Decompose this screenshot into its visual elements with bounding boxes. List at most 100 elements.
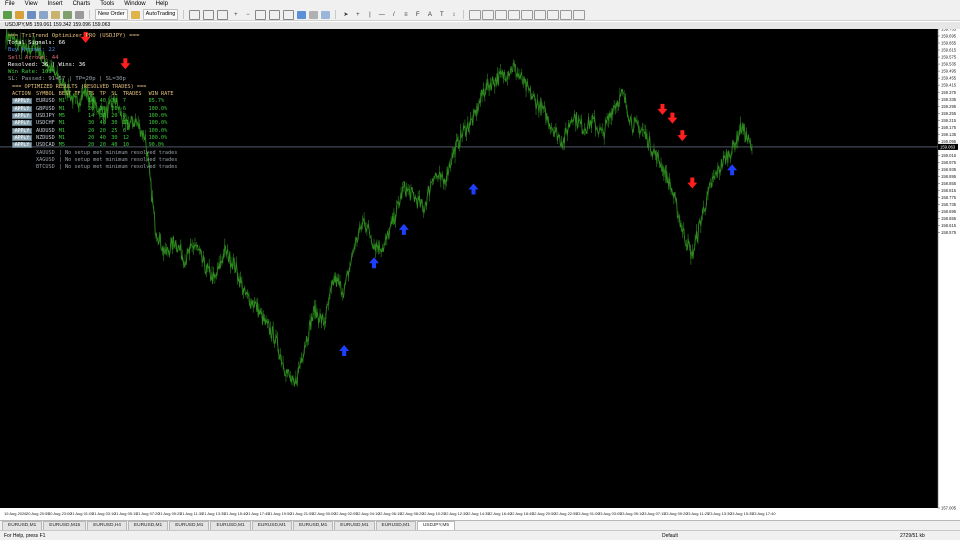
trendline-icon[interactable]: /: [389, 11, 398, 19]
templates-icon[interactable]: [321, 10, 331, 19]
period-button[interactable]: [469, 9, 482, 20]
chart-tab[interactable]: EURUSD,M1: [375, 521, 416, 530]
price-tick-label: 158.975: [941, 160, 957, 165]
profiles-icon[interactable]: [15, 10, 24, 19]
chart-tab[interactable]: EURUSD,M1: [251, 521, 292, 530]
candlestick-icon[interactable]: [203, 9, 215, 20]
optimized-results-panel: === OPTIMIZED RESULTS (RESOLVED TRADES) …: [12, 84, 181, 171]
chart-tab[interactable]: EURUSD,M1: [127, 521, 169, 530]
results-action-cell: APPLY: [12, 134, 36, 142]
periods-icon[interactable]: [309, 10, 319, 19]
results-cell: 6: [122, 105, 126, 112]
no-setup-symbol: XAUUSD: [36, 149, 55, 156]
metaeditor-icon[interactable]: [130, 10, 140, 19]
zoom-out-icon[interactable]: −: [243, 11, 252, 19]
price-tick-label: 159.695: [941, 34, 957, 39]
new-chart-icon[interactable]: [3, 10, 12, 19]
apply-button[interactable]: APPLY: [12, 134, 32, 141]
results-row: APPLY USDCAD M5 20 20 40 10 90.0%: [12, 142, 181, 149]
strategy-tester-icon[interactable]: [75, 10, 84, 19]
results-cell: 20: [88, 142, 95, 149]
menu-item-help[interactable]: Help: [151, 0, 173, 9]
apply-button[interactable]: APPLY: [12, 98, 32, 105]
no-setup-message: | No setup met minimum resolved trades: [58, 164, 178, 171]
chart-tab[interactable]: EURUSD,M1: [169, 521, 210, 530]
cursor-icon[interactable]: ➤: [341, 11, 350, 19]
time-tick-label: 23 Aug 07:15: [642, 511, 666, 516]
apply-button[interactable]: APPLY: [12, 113, 32, 120]
chart-tab[interactable]: EURUSD,M1: [2, 521, 43, 530]
price-axis: [938, 29, 960, 520]
text-icon[interactable]: A: [425, 11, 434, 19]
chart-tab[interactable]: EURUSD,M1: [210, 521, 251, 530]
time-tick-label: 22 Aug 04:10: [356, 511, 380, 516]
results-header-cell: SYMBOL: [36, 91, 55, 98]
market-watch-icon[interactable]: [27, 10, 36, 19]
navigator-icon[interactable]: [51, 10, 60, 19]
chart-tab[interactable]: EURUSD,M1: [334, 521, 375, 530]
time-tick-label: 21 Aug 09:25: [158, 511, 182, 516]
time-tick-label: 21 Aug 17:45: [246, 511, 270, 516]
new-order-button[interactable]: New Order: [95, 9, 128, 20]
results-action-cell: APPLY: [12, 98, 36, 105]
time-tick-label: 22 Aug 16:40: [488, 511, 512, 516]
tile-windows-icon[interactable]: [255, 9, 267, 20]
results-cell: 85.7%: [148, 98, 165, 105]
chart-shift-icon[interactable]: [283, 9, 295, 20]
results-cell: M5: [58, 113, 65, 120]
period-button[interactable]: [534, 9, 547, 20]
results-header-row: ACTION SYMBOL BEST TF TS TP SL TRADES WIN RATE: [12, 91, 181, 98]
chart-tab[interactable]: EURUSD,H4: [87, 521, 127, 530]
chart-tab[interactable]: EURUSD,M15: [43, 521, 87, 530]
results-row: APPLY NZDUSD M1 20 40 30 12 100.0%: [12, 134, 181, 142]
time-tick-label: 22 Aug 10:25: [422, 511, 446, 516]
channel-icon[interactable]: ≡: [401, 11, 410, 19]
optimizer-summary-panel: === TriTrend Optimizer PRO (USDJPY) === T…: [8, 33, 139, 83]
period-button[interactable]: [508, 9, 521, 20]
terminal-icon[interactable]: [63, 10, 72, 19]
results-cell: 20: [88, 127, 95, 134]
line-chart-icon[interactable]: [217, 9, 229, 20]
horizontal-line-icon[interactable]: —: [377, 11, 386, 19]
menu-item-charts[interactable]: Charts: [68, 0, 96, 9]
period-button[interactable]: [547, 9, 560, 20]
vertical-line-icon[interactable]: |: [365, 11, 374, 19]
fibonacci-icon[interactable]: F: [413, 11, 422, 19]
results-cell: 100.0%: [148, 134, 168, 141]
no-setup-message: | No setup met minimum resolved trades: [58, 149, 178, 156]
bar-chart-icon[interactable]: [189, 9, 201, 20]
menu-item-view[interactable]: View: [20, 0, 43, 9]
apply-button[interactable]: APPLY: [12, 120, 32, 127]
period-button[interactable]: [521, 9, 534, 20]
zoom-in-icon[interactable]: +: [231, 11, 240, 19]
time-tick-label: 23 Aug 17:40: [752, 511, 776, 516]
results-header-cell: SL: [111, 91, 118, 98]
menu-item-insert[interactable]: Insert: [43, 0, 68, 9]
period-button[interactable]: [560, 9, 573, 20]
results-action-cell: APPLY: [12, 113, 36, 120]
menu-item-tools[interactable]: Tools: [95, 0, 119, 9]
results-row: APPLY GBPUSD M1 20 20 20 6 100.0%: [12, 105, 181, 113]
period-button[interactable]: [482, 9, 495, 20]
auto-scroll-icon[interactable]: [269, 9, 281, 20]
data-window-icon[interactable]: [39, 10, 48, 19]
chart-tab[interactable]: USDJPY,M5: [416, 521, 456, 530]
menu-item-file[interactable]: File: [0, 0, 20, 9]
chart-tab[interactable]: EURUSD,M1: [292, 521, 334, 530]
apply-button[interactable]: APPLY: [12, 105, 32, 112]
summary-line: === TriTrend Optimizer PRO (USDJPY) ===: [8, 33, 140, 39]
time-tick-label: 23 Aug 01:00: [576, 511, 600, 516]
period-button[interactable]: [573, 9, 586, 20]
price-tick-label: 158.655: [941, 216, 957, 221]
period-button[interactable]: [495, 9, 508, 20]
indicators-icon[interactable]: [297, 10, 307, 19]
menu-item-window[interactable]: Window: [119, 0, 150, 9]
time-tick-label: 21 Aug 03:10: [92, 511, 116, 516]
apply-button[interactable]: APPLY: [12, 127, 32, 134]
autotrading-button[interactable]: AutoTrading: [142, 9, 179, 20]
arrows-icon[interactable]: ↕: [449, 11, 458, 19]
label-icon[interactable]: T: [437, 11, 446, 19]
apply-button[interactable]: APPLY: [12, 142, 32, 149]
crosshair-icon[interactable]: +: [353, 11, 362, 19]
time-tick-label: 21 Aug 13:35: [202, 511, 226, 516]
